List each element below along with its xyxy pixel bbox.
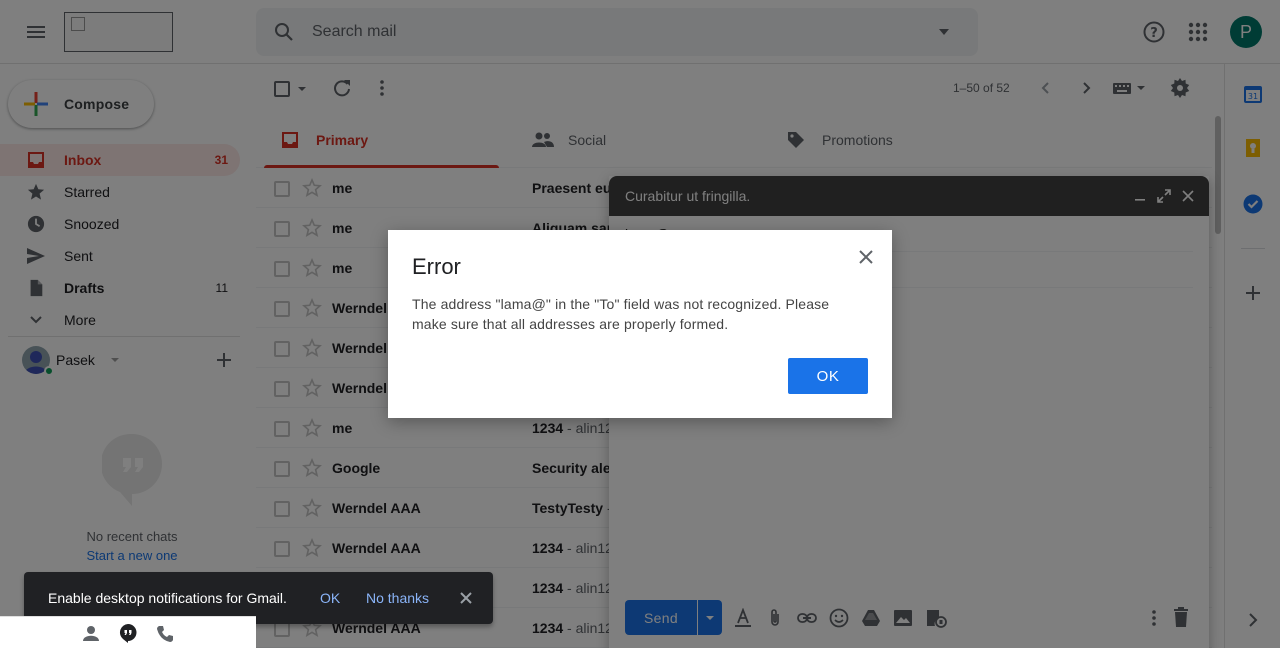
phone-icon[interactable]	[156, 625, 174, 643]
person-icon[interactable]	[82, 625, 100, 641]
snackbar-no-thanks-button[interactable]: No thanks	[366, 590, 429, 606]
error-dialog: Error The address "lama@" in the "To" fi…	[388, 230, 892, 418]
snackbar-text: Enable desktop notifications for Gmail.	[48, 590, 287, 606]
hangouts-chat-icon[interactable]	[118, 623, 138, 643]
dialog-message: The address "lama@" in the "To" field wa…	[412, 296, 830, 332]
dialog-ok-button[interactable]: OK	[788, 358, 868, 394]
close-icon[interactable]	[856, 247, 876, 267]
snackbar-ok-button[interactable]: OK	[320, 590, 340, 606]
hangouts-bar	[0, 616, 256, 648]
close-icon[interactable]	[458, 590, 474, 606]
dialog-title: Error	[412, 254, 461, 279]
